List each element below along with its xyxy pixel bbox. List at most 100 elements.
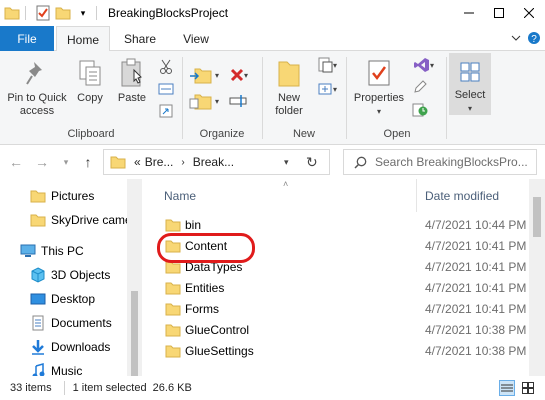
nav-item-skydrive[interactable]: SkyDrive camera roll <box>0 209 128 231</box>
tab-home[interactable]: Home <box>56 26 110 52</box>
new-group-label: New <box>292 128 315 140</box>
visual-studio-icon[interactable]: ▾ <box>409 55 439 75</box>
chevron-down-icon: ▾ <box>243 70 248 80</box>
address-overflow[interactable]: « <box>134 155 141 169</box>
file-list-scrollbar-thumb[interactable] <box>533 197 541 237</box>
nav-scrollbar-thumb[interactable] <box>131 291 138 376</box>
column-header-name[interactable]: Name <box>164 179 196 212</box>
easy-access-icon[interactable]: ▾ <box>313 79 341 99</box>
table-row[interactable]: Entities 4/7/2021 10:41 PM <box>143 278 531 299</box>
nav-item-documents[interactable]: Documents <box>0 312 128 334</box>
nav-item-music[interactable]: Music <box>0 360 128 376</box>
downloads-icon <box>30 339 46 355</box>
table-row[interactable]: GlueSettings 4/7/2021 10:38 PM <box>143 341 531 362</box>
nav-item-pictures[interactable]: Pictures <box>0 185 128 207</box>
chevron-down-icon: ▾ <box>214 70 219 80</box>
select-button[interactable]: Select ▾ <box>449 53 491 115</box>
forward-arrow-icon[interactable]: → <box>32 153 52 171</box>
chevron-down-icon[interactable]: ▾ <box>284 157 289 168</box>
column-header-date[interactable]: Date modified <box>425 179 499 212</box>
pin-icon <box>21 57 53 89</box>
pin-label: Pin to Quick <box>7 92 67 104</box>
paste-button[interactable]: Paste <box>112 57 152 105</box>
clipboard-group-label: Clipboard <box>67 128 115 140</box>
nav-item-desktop[interactable]: Desktop <box>0 288 128 310</box>
move-to-icon[interactable]: ▾ <box>189 65 219 85</box>
breadcrumb-segment[interactable]: Bre... <box>145 155 174 169</box>
new-folder-icon[interactable] <box>55 5 71 21</box>
copy-to-icon[interactable]: ▾ <box>189 91 219 111</box>
tab-file[interactable]: File <box>0 26 54 51</box>
column-divider[interactable] <box>416 179 417 212</box>
folder-icon <box>110 155 126 169</box>
file-date: 4/7/2021 10:41 PM <box>425 260 527 274</box>
properties-check-icon[interactable] <box>35 5 51 21</box>
chevron-down-icon[interactable]: ▾ <box>75 5 91 21</box>
file-list-scrollbar[interactable] <box>529 179 545 376</box>
open-group-label: Open <box>383 128 411 140</box>
3d-objects-icon <box>30 267 46 283</box>
file-date: 4/7/2021 10:44 PM <box>425 218 527 232</box>
breadcrumb-segment[interactable]: Break... <box>193 155 234 169</box>
copy-button[interactable]: Copy <box>72 57 108 105</box>
cut-icon[interactable] <box>155 57 177 77</box>
folder-icon <box>30 212 46 228</box>
table-row[interactable]: Forms 4/7/2021 10:41 PM <box>143 299 531 320</box>
close-button[interactable] <box>514 0 544 26</box>
new-folder-button[interactable]: New folder <box>267 57 311 118</box>
copy-label: Copy <box>77 92 103 104</box>
edit-icon[interactable] <box>409 77 431 97</box>
chevron-down-icon[interactable] <box>508 30 524 46</box>
paste-icon <box>116 57 148 89</box>
nav-item-3d-objects[interactable]: 3D Objects <box>0 264 128 286</box>
nav-item-label: Desktop <box>51 292 96 306</box>
chevron-right-icon[interactable]: › <box>181 157 184 168</box>
table-row[interactable]: GlueControl 4/7/2021 10:38 PM <box>143 320 531 341</box>
new-item-icon[interactable]: ▾ <box>313 55 341 75</box>
file-date: 4/7/2021 10:41 PM <box>425 281 527 295</box>
up-arrow-icon[interactable]: ↑ <box>78 153 98 171</box>
recent-locations-icon[interactable]: ▾ <box>56 153 76 171</box>
tab-view[interactable]: View <box>170 26 222 51</box>
ribbon-tabs: File Home Share View ? <box>0 26 545 52</box>
help-icon[interactable]: ? <box>526 30 542 46</box>
folder-icon <box>30 188 46 204</box>
desktop-icon <box>30 291 46 307</box>
copy-path-icon[interactable] <box>155 79 177 99</box>
table-row[interactable]: bin 4/7/2021 10:44 PM <box>143 215 531 236</box>
table-row[interactable]: DataTypes 4/7/2021 10:41 PM <box>143 257 531 278</box>
maximize-button[interactable] <box>484 0 514 26</box>
history-icon[interactable] <box>409 99 431 119</box>
folder-icon <box>165 344 181 358</box>
folder-icon <box>165 281 181 295</box>
properties-label: Properties <box>353 92 405 104</box>
tab-share[interactable]: Share <box>114 26 166 51</box>
file-date: 4/7/2021 10:41 PM <box>425 239 527 253</box>
table-row-selected[interactable]: Content 4/7/2021 10:41 PM <box>143 236 531 257</box>
nav-item-downloads[interactable]: Downloads <box>0 336 128 358</box>
minimize-button[interactable] <box>454 0 484 26</box>
pin-to-quick-access-button[interactable]: Pin to Quick access <box>2 57 72 118</box>
nav-item-this-pc[interactable]: This PC <box>0 240 128 262</box>
file-date: 4/7/2021 10:41 PM <box>425 302 527 316</box>
new-folder-icon <box>273 57 305 89</box>
item-count: 33 items <box>10 382 52 394</box>
details-view-icon[interactable] <box>499 380 515 396</box>
address-bar[interactable]: « Bre... › Break... ▾ ↻ <box>103 149 330 175</box>
nav-scrollbar[interactable] <box>127 179 142 376</box>
file-name: GlueControl <box>185 323 250 337</box>
divider <box>446 57 447 139</box>
search-input[interactable]: Search BreakingBlocksPro... <box>343 149 537 175</box>
refresh-icon[interactable]: ↻ <box>306 154 318 171</box>
paste-shortcut-icon[interactable] <box>155 101 177 121</box>
properties-button[interactable]: Properties ▾ <box>351 57 407 118</box>
back-arrow-icon[interactable]: ← <box>6 153 26 171</box>
status-bar: 33 items 1 item selected 26.6 KB <box>0 376 545 400</box>
delete-icon[interactable]: ▾ <box>225 65 253 85</box>
large-icons-view-icon[interactable] <box>520 380 536 396</box>
organize-group-label: Organize <box>199 128 245 140</box>
divider <box>96 6 97 20</box>
nav-item-label: 3D Objects <box>51 268 111 282</box>
rename-icon[interactable] <box>227 91 249 111</box>
select-label: Select <box>454 89 486 101</box>
